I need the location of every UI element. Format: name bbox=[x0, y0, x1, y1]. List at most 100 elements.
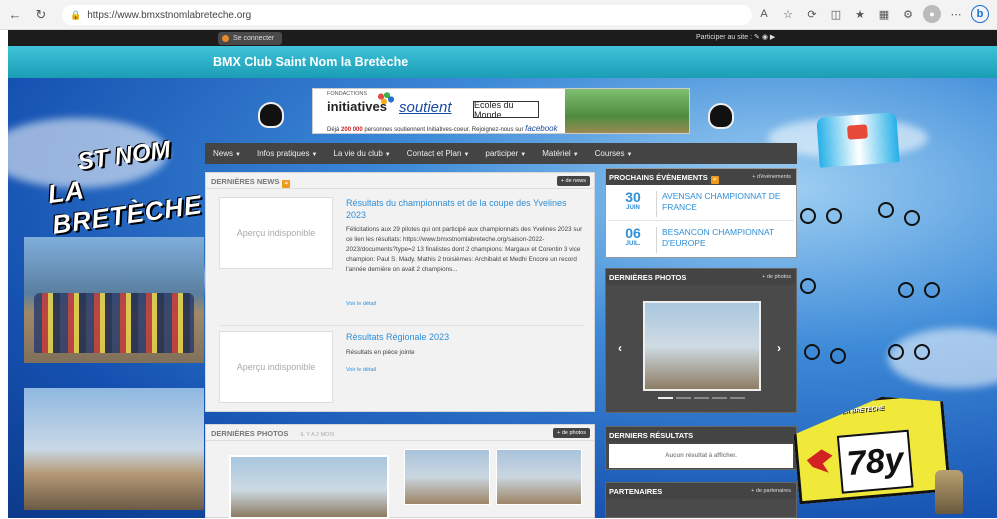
slider-dot[interactable] bbox=[676, 397, 691, 399]
news-item-more-link[interactable]: Voir le détail bbox=[346, 367, 376, 373]
events-header: Prochains évènements ≈ + d'évènements bbox=[606, 169, 796, 185]
news-thumbnail[interactable]: Aperçu indisponible bbox=[219, 331, 333, 403]
results-empty: Aucun résultat à afficher. bbox=[609, 444, 793, 468]
read-aloud-icon[interactable]: A bbox=[755, 5, 773, 23]
news-item-more-link[interactable]: Voir le détail bbox=[346, 301, 376, 307]
nav-item-contact[interactable]: Contact et Plan ▼ bbox=[407, 149, 470, 158]
helmet-icon bbox=[258, 102, 284, 128]
slider-dot[interactable] bbox=[658, 397, 673, 399]
more-photos-link[interactable]: + de photos bbox=[762, 274, 791, 280]
participate-links[interactable]: Participer au site : ✎ ◉ ▶ bbox=[696, 33, 775, 41]
news-title: Dernières news ≈ bbox=[211, 177, 291, 188]
news-item-title[interactable]: Résultats du championnats et de la coupe… bbox=[346, 197, 586, 221]
nav-item-news[interactable]: News ▼ bbox=[213, 149, 241, 158]
camera-icon[interactable]: ◉ bbox=[762, 34, 768, 41]
more-news-button[interactable]: + de news bbox=[556, 176, 590, 186]
cloud bbox=[888, 328, 997, 388]
gallery-photo[interactable] bbox=[496, 449, 582, 505]
partners-box: Partenaires + de partenaires bbox=[605, 482, 797, 518]
helmet-icon bbox=[708, 103, 734, 129]
nav-label: News bbox=[213, 149, 234, 158]
more-options-icon[interactable]: ⋯ bbox=[947, 5, 965, 23]
reload-icon[interactable]: ↻ bbox=[30, 4, 52, 26]
news-header: Dernières news ≈ + de news bbox=[206, 173, 594, 189]
ad-foundation: FONDACTIONS bbox=[327, 91, 368, 97]
chevron-left-icon[interactable]: ‹ bbox=[618, 341, 622, 355]
rss-icon[interactable]: ≈ bbox=[282, 180, 291, 188]
news-thumbnail[interactable]: Aperçu indisponible bbox=[219, 197, 333, 269]
gallery-photo[interactable] bbox=[404, 449, 490, 505]
favorites-icon[interactable]: ★ bbox=[851, 5, 869, 23]
ad-photo bbox=[565, 89, 689, 133]
riders-photo bbox=[24, 388, 204, 510]
event-day: 30 bbox=[625, 189, 641, 205]
chevron-right-icon[interactable]: › bbox=[777, 341, 781, 355]
nav-item-courses[interactable]: Courses ▼ bbox=[595, 149, 633, 158]
rss-icon[interactable]: ≈ bbox=[710, 176, 719, 184]
slider-dot[interactable] bbox=[694, 397, 709, 399]
slider-dot[interactable] bbox=[730, 397, 745, 399]
events-box: Prochains évènements ≈ + d'évènements 30 … bbox=[605, 168, 797, 258]
event-name[interactable]: AVENSAN CHAMPIONNAT DE FRANCE bbox=[662, 191, 792, 213]
event-day: 06 bbox=[625, 225, 641, 241]
lock-icon: 🔒 bbox=[70, 9, 82, 20]
bmx-wheel-icon bbox=[826, 208, 842, 224]
split-screen-icon[interactable]: ◫ bbox=[827, 5, 845, 23]
event-month: JUIL. bbox=[625, 241, 641, 247]
refresh-circle-icon[interactable]: ⟳ bbox=[803, 5, 821, 23]
nav-label: Courses bbox=[594, 149, 625, 158]
ad-caption-text: personnes soutiennent Initiatives-coeur.… bbox=[364, 127, 524, 133]
more-events-link[interactable]: + d'évènements bbox=[752, 174, 791, 180]
news-item-excerpt: Félicitations aux 29 pilotes qui ont par… bbox=[346, 226, 583, 273]
slider-dot[interactable] bbox=[712, 397, 727, 399]
photos-header: Dernières photos IL Y A 2 MOIS + de photo… bbox=[206, 425, 594, 441]
bing-icon[interactable]: b bbox=[971, 5, 989, 23]
nav-item-participer[interactable]: participer ▼ bbox=[485, 149, 526, 158]
ad-caption: Déjà 200 000 personnes soutiennent Initi… bbox=[327, 124, 558, 133]
address-bar[interactable]: 🔒 https://www.bmxstnomlabreteche.org bbox=[62, 5, 752, 25]
video-icon[interactable]: ▶ bbox=[770, 34, 775, 41]
site-title[interactable]: BMX Club Saint Nom la Bretèche bbox=[213, 55, 408, 69]
browser-toolbar: ← ↻ 🔒 https://www.bmxstnomlabreteche.org… bbox=[0, 0, 997, 30]
event-name[interactable]: BESANCON CHAMPIONNAT D'EUROPE bbox=[662, 227, 792, 249]
caret-down-icon: ▼ bbox=[572, 152, 579, 158]
more-photos-button[interactable]: + de photos bbox=[553, 428, 590, 438]
slider-photo[interactable] bbox=[643, 301, 761, 391]
event-item[interactable]: 30 JUIN AVENSAN CHAMPIONNAT DE FRANCE bbox=[608, 187, 794, 221]
ad-facebook-link[interactable]: facebook bbox=[525, 124, 557, 133]
bmx-wheel-icon bbox=[804, 344, 820, 360]
login-button[interactable]: Se connecter bbox=[218, 32, 283, 45]
nav-item-materiel[interactable]: Matériel ▼ bbox=[542, 149, 578, 158]
ad-banner[interactable]: FONDACTIONS initiatives soutient Ecoles … bbox=[312, 88, 690, 134]
bmx-wheel-icon bbox=[914, 344, 930, 360]
photos-section: Dernières photos IL Y A 2 MOIS + de photo… bbox=[205, 424, 595, 519]
extensions-icon[interactable]: ⚙ bbox=[899, 5, 917, 23]
ad-caption-count: 200 000 bbox=[341, 127, 363, 133]
site-banner: BMX Club Saint Nom la Bretèche bbox=[8, 46, 997, 78]
photos-time: IL Y A 2 MOIS bbox=[300, 432, 335, 438]
nav-label: participer bbox=[485, 149, 519, 158]
nav-label: Contact et Plan bbox=[406, 149, 462, 158]
news-item-excerpt: Résultats en pièce jointe bbox=[346, 349, 415, 356]
edit-icon[interactable]: ✎ bbox=[754, 34, 760, 41]
nav-item-club[interactable]: La vie du club ▼ bbox=[333, 149, 390, 158]
caret-down-icon: ▼ bbox=[384, 152, 391, 158]
collections-icon[interactable]: ▦ bbox=[875, 5, 893, 23]
nav-item-infos[interactable]: Infos pratiques ▼ bbox=[257, 149, 317, 158]
news-item-title[interactable]: Résultats Régionale 2023 bbox=[346, 331, 586, 343]
more-partners-link[interactable]: + de partenaires bbox=[751, 488, 791, 494]
gallery-photo[interactable] bbox=[229, 455, 389, 519]
participate-label: Participer au site : bbox=[696, 34, 753, 41]
event-month: JUIN bbox=[626, 205, 640, 211]
bmx-wheel-icon bbox=[888, 344, 904, 360]
bmx-wheel-icon bbox=[800, 278, 816, 294]
site-topbar: Se connecter Participer au site : ✎ ◉ ▶ bbox=[8, 30, 997, 46]
nav-label: La vie du club bbox=[333, 149, 383, 158]
photos-slider-box: Dernières photos + de photos ‹ › bbox=[605, 268, 797, 413]
profile-avatar[interactable]: ● bbox=[923, 5, 941, 23]
ad-partner: Ecoles du Monde bbox=[473, 100, 539, 120]
favorite-star-icon[interactable]: ☆ bbox=[779, 5, 797, 23]
caret-down-icon: ▼ bbox=[626, 152, 633, 158]
event-item[interactable]: 06 JUIL. BESANCON CHAMPIONNAT D'EUROPE bbox=[608, 223, 794, 257]
back-arrow-icon[interactable]: ← bbox=[4, 4, 26, 26]
